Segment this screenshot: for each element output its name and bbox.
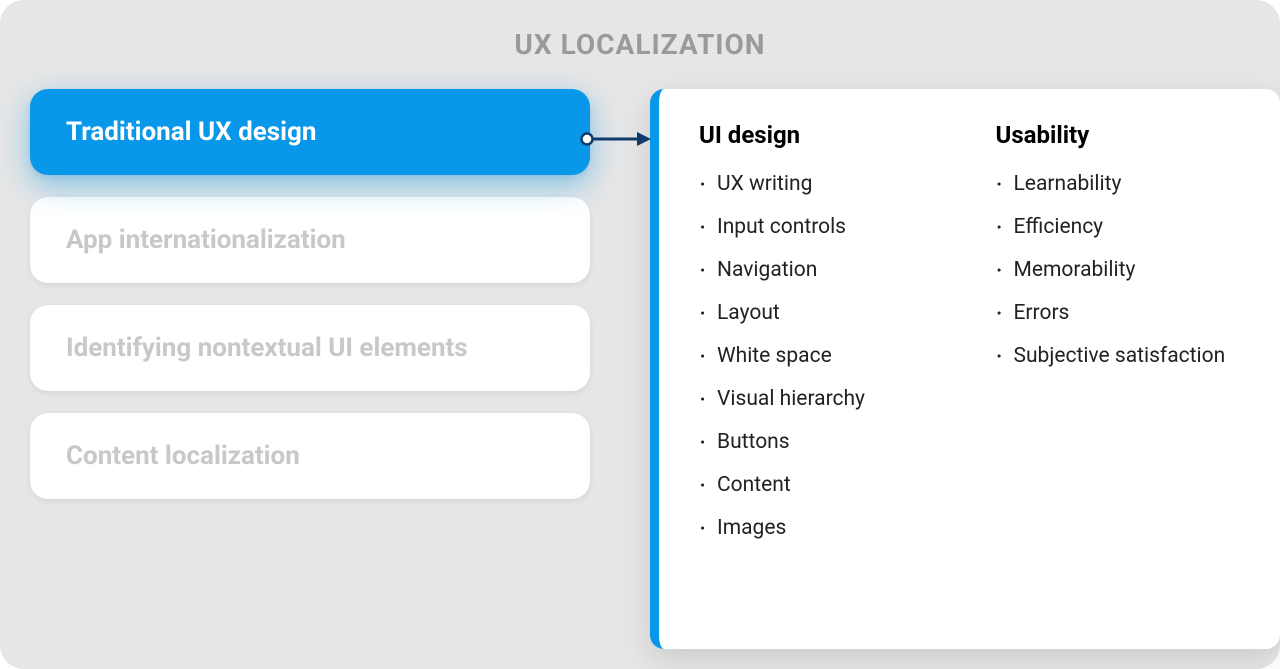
arrow-connector-icon [579,129,654,149]
detail-list-usability: Learnability Efficiency Memorability Err… [996,163,1245,378]
card-label: Traditional UX design [66,117,554,147]
list-item: Visual hierarchy [699,378,948,421]
card-traditional-ux-design[interactable]: Traditional UX design [30,89,590,175]
detail-column-usability: Usability Learnability Efficiency Memora… [996,121,1245,617]
page-title: UX LOCALIZATION [30,28,1250,61]
list-item: White space [699,335,948,378]
category-list: Traditional UX design App internationali… [30,89,590,499]
list-item: Input controls [699,206,948,249]
detail-heading: Usability [996,121,1245,149]
card-app-internationalization[interactable]: App internationalization [30,197,590,283]
detail-column-ui-design: UI design UX writing Input controls Navi… [699,121,948,617]
list-item: UX writing [699,163,948,206]
detail-list-ui-design: UX writing Input controls Navigation Lay… [699,163,948,550]
list-item: Subjective satisfaction [996,335,1245,378]
list-item: Navigation [699,249,948,292]
detail-heading: UI design [699,121,948,149]
list-item: Memorability [996,249,1245,292]
content-area: Traditional UX design App internationali… [30,89,1250,499]
list-item: Errors [996,292,1245,335]
list-item: Layout [699,292,948,335]
detail-panel: UI design UX writing Input controls Navi… [650,89,1280,649]
card-label: Identifying nontextual UI elements [66,333,554,363]
card-identifying-nontextual-ui-elements[interactable]: Identifying nontextual UI elements [30,305,590,391]
list-item: Buttons [699,421,948,464]
card-label: Content localization [66,441,554,471]
list-item: Content [699,464,948,507]
list-item: Images [699,507,948,550]
diagram-container: UX LOCALIZATION Traditional UX design Ap… [0,0,1280,669]
list-item: Learnability [996,163,1245,206]
card-content-localization[interactable]: Content localization [30,413,590,499]
list-item: Efficiency [996,206,1245,249]
card-label: App internationalization [66,225,554,255]
